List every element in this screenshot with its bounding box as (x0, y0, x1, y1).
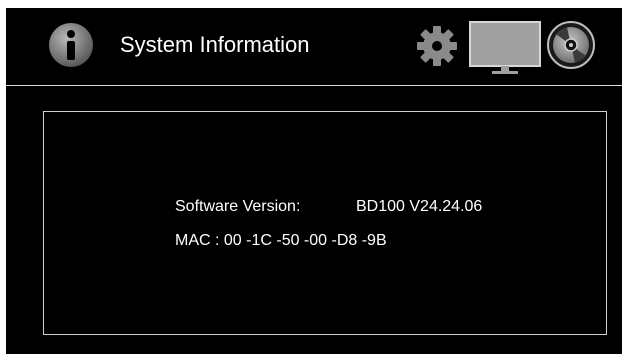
software-version-value: BD100 V24.24.06 (356, 198, 483, 215)
info-panel: Software Version: BD100 V24.24.06 MAC : … (43, 111, 607, 335)
info-icon (49, 23, 93, 67)
mac-address-text: MAC : 00 -1C -50 -00 -D8 -9B (175, 232, 387, 249)
disc-icon[interactable] (546, 20, 596, 70)
system-info-screen: System Information Software Version: BD1… (6, 8, 622, 354)
software-version-label: Software Version: (175, 198, 301, 215)
software-version-row: Software Version: BD100 V24.24.06 (175, 198, 482, 216)
header-divider (6, 85, 622, 86)
page-title: System Information (120, 32, 310, 57)
gear-icon[interactable] (416, 25, 458, 67)
monitor-icon[interactable] (468, 20, 542, 76)
header-bar: System Information (6, 8, 622, 85)
